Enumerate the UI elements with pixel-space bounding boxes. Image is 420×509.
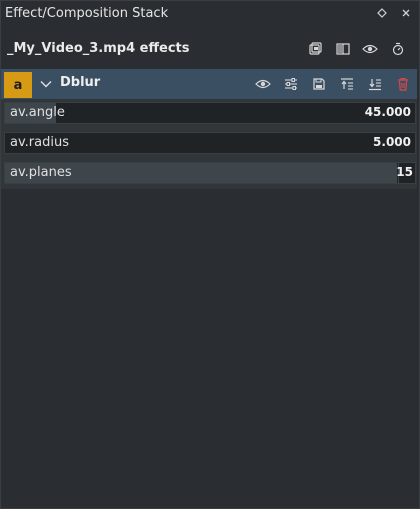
move-up-icon [341,78,353,90]
param-label: av.planes [10,165,72,180]
param-label: av.angle [10,105,65,120]
split-compare-icon [336,43,350,55]
clip-effects-title: _My_Video_3.mp4 effects [7,41,190,56]
save-stack-icon [309,42,322,55]
move-effect-down-button[interactable] [366,75,384,93]
close-icon [402,9,410,17]
param-value[interactable]: 45.000 [365,105,411,119]
effect-name: Dblur [60,75,101,90]
param-slider-angle[interactable]: av.angle 45.000 [4,102,416,124]
effect-visibility-button[interactable] [254,75,272,93]
clip-header: _My_Video_3.mp4 effects [0,35,420,65]
float-panel-button[interactable] [374,5,390,21]
sliders-icon [285,78,297,90]
eye-icon [362,44,378,54]
delete-effect-button[interactable] [394,75,412,93]
param-value[interactable]: 15 [396,165,413,179]
toggle-effects-button[interactable] [361,40,379,58]
save-stack-button[interactable] [306,40,324,58]
panel-titlebar: Effect/Composition Stack [0,0,420,28]
save-icon [313,78,325,90]
chevron-down-icon [40,81,52,88]
trash-icon [398,77,408,91]
effect-settings-button[interactable] [282,75,300,93]
effect-badge[interactable]: a [4,72,32,98]
param-slider-radius[interactable]: av.radius 5.000 [4,132,416,154]
close-panel-button[interactable] [398,5,414,21]
collapse-effect-button[interactable] [38,75,54,93]
keyframe-timer-button[interactable] [389,40,407,58]
effect-header[interactable]: a Dblur [1,69,417,99]
diamond-icon [377,8,387,18]
panel-title: Effect/Composition Stack [5,6,169,21]
param-slider-planes[interactable]: av.planes 15 [4,162,416,184]
eye-icon [255,79,271,89]
save-effect-button[interactable] [310,75,328,93]
stopwatch-icon [392,42,404,56]
param-label: av.radius [10,135,69,150]
param-value[interactable]: 5.000 [373,135,411,149]
move-down-icon [369,79,381,91]
split-compare-button[interactable] [334,40,352,58]
move-effect-up-button[interactable] [338,75,356,93]
effect-card: a Dblur av.angle 45.000 av.radius 5.000 … [1,69,417,189]
